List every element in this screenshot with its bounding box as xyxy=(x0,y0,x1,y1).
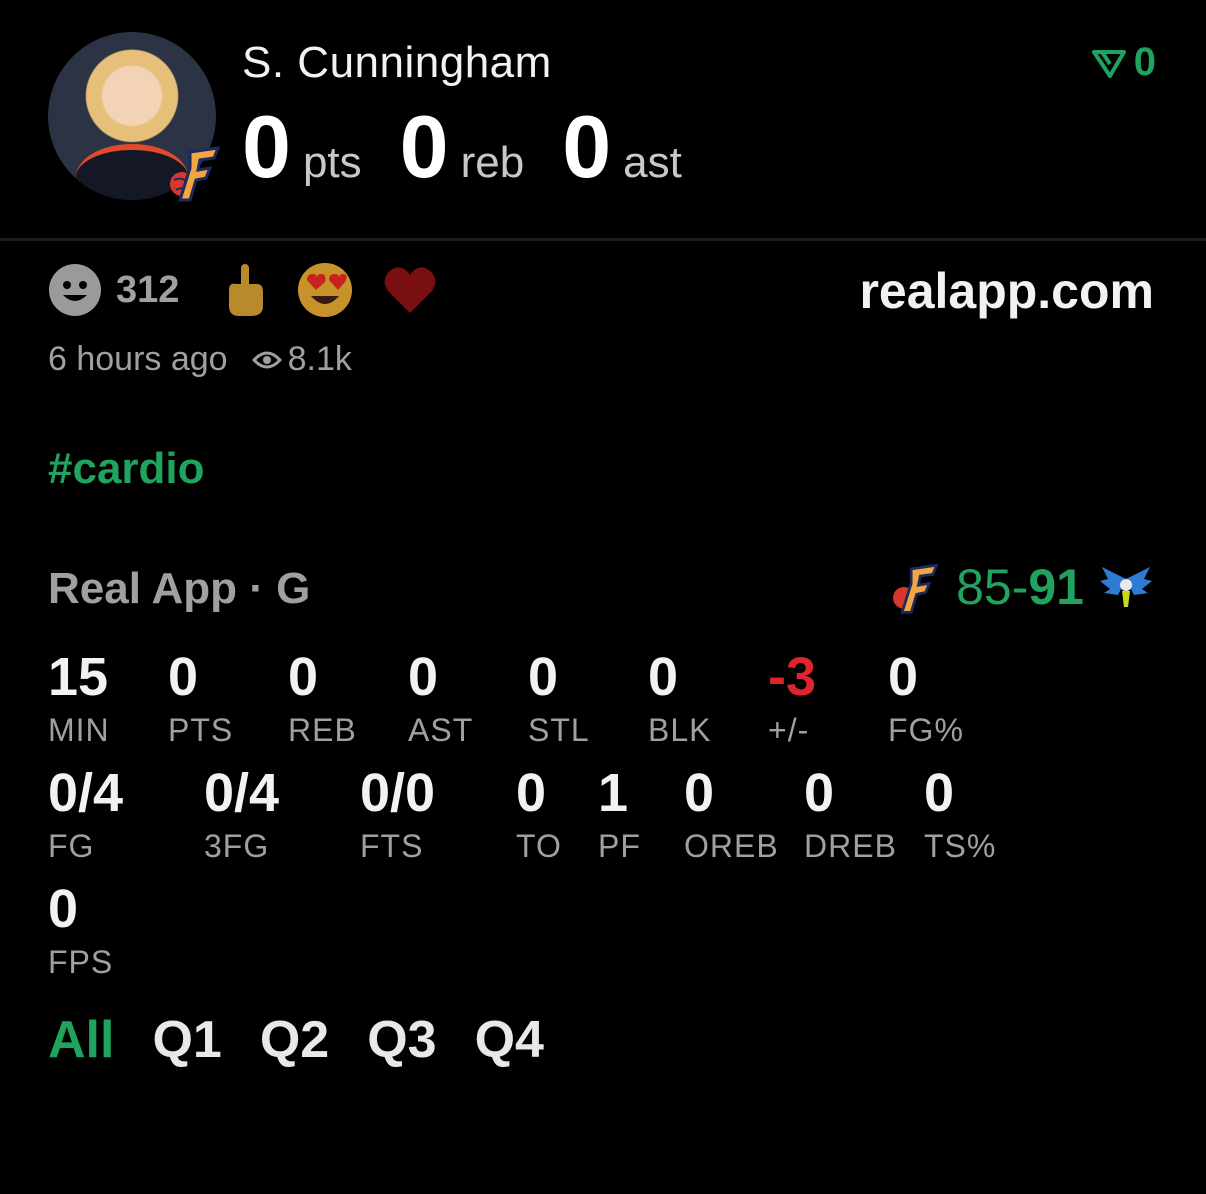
stat-ast: 0 AST xyxy=(408,650,473,749)
add-reaction-icon[interactable] xyxy=(48,263,102,317)
stat-to: 0 TO xyxy=(516,766,562,865)
stat-ts: 0 TS% xyxy=(924,766,996,865)
stat-stl: 0 STL xyxy=(528,650,590,749)
reactions-bar: 312 xyxy=(48,262,467,318)
wings-team-icon xyxy=(1100,567,1152,607)
stat-3fg: 0/4 3FG xyxy=(204,766,279,865)
tab-q2[interactable]: Q2 xyxy=(260,1010,329,1070)
stat-label: 3FG xyxy=(204,828,270,864)
eye-icon xyxy=(251,351,282,368)
stat-: -3 +/- xyxy=(768,650,816,749)
fever-logo-icon xyxy=(170,146,221,202)
headline-ast-value: 0 xyxy=(562,97,612,196)
stat-pf: 1 PF xyxy=(598,766,641,865)
stat-label: REB xyxy=(288,712,357,748)
stat-min: 15 MIN xyxy=(48,650,110,749)
stat-value: 0 xyxy=(648,647,679,707)
vote-count: 0 xyxy=(1133,40,1156,84)
stat-label: FPS xyxy=(48,944,114,980)
site-link[interactable]: realapp.com xyxy=(859,262,1154,320)
headline-reb-value: 0 xyxy=(399,97,449,196)
stat-label: BLK xyxy=(648,712,712,748)
stat-reb: 0 REB xyxy=(288,650,357,749)
stat-dreb: 0 DREB xyxy=(804,766,897,865)
stat-value: -3 xyxy=(768,647,817,707)
stat-value: 15 xyxy=(48,647,109,707)
reaction-count: 312 xyxy=(116,268,180,311)
stat-value: 0 xyxy=(804,763,835,823)
middle-finger-emoji-icon[interactable] xyxy=(223,262,267,318)
heart-emoji-icon[interactable] xyxy=(383,265,437,315)
headline-reb-label: reb xyxy=(460,138,525,187)
view-count: 8.1k xyxy=(287,340,352,378)
quarter-tabs: All Q1 Q2 Q3 Q4 xyxy=(48,1010,582,1070)
stat-value: 0 xyxy=(888,647,919,707)
stat-value: 1 xyxy=(598,763,629,823)
stat-label: TO xyxy=(516,828,562,864)
stat-value: 0/4 xyxy=(204,763,280,823)
tab-all[interactable]: All xyxy=(48,1010,114,1070)
headline-ast-label: ast xyxy=(623,138,682,187)
game-score[interactable]: 85 - 91 xyxy=(884,558,1154,616)
stat-label: STL xyxy=(528,712,590,748)
stat-fts: 0/0 FTS xyxy=(360,766,435,865)
away-score: 91 xyxy=(1028,559,1084,615)
stat-label: OREB xyxy=(684,828,779,864)
funnel-vote-icon xyxy=(1091,49,1126,78)
tab-q3[interactable]: Q3 xyxy=(367,1010,436,1070)
stat-value: 0/0 xyxy=(360,763,436,823)
home-score: 85 xyxy=(956,559,1012,615)
stat-label: FTS xyxy=(360,828,424,864)
stat-label: MIN xyxy=(48,712,110,748)
stat-label: TS% xyxy=(924,828,997,864)
stat-value: 0 xyxy=(924,763,955,823)
player-name[interactable]: S. Cunningham xyxy=(242,38,552,88)
stat-value: 0 xyxy=(408,647,439,707)
stat-value: 0 xyxy=(288,647,319,707)
fever-team-icon xyxy=(893,563,939,614)
stat-label: PTS xyxy=(168,712,234,748)
stat-value: 0 xyxy=(168,647,199,707)
vote-button[interactable]: 0 xyxy=(1091,40,1156,85)
stat-blk: 0 BLK xyxy=(648,650,711,749)
stat-fps: 0 FPS xyxy=(48,882,113,981)
stat-label: FG% xyxy=(888,712,964,748)
stat-label: AST xyxy=(408,712,474,748)
game-title: Real App · G xyxy=(48,564,311,613)
post-time: 6 hours ago xyxy=(48,340,228,378)
stat-label: PF xyxy=(598,828,641,864)
stat-fg: 0 FG% xyxy=(888,650,964,749)
hashtag-link[interactable]: #cardio xyxy=(48,444,205,494)
header-divider xyxy=(0,238,1206,241)
stat-value: 0 xyxy=(48,879,79,939)
stat-label: DREB xyxy=(804,828,897,864)
headline-pts-label: pts xyxy=(302,138,362,187)
stat-value: 0 xyxy=(684,763,715,823)
stat-value: 0 xyxy=(516,763,547,823)
stat-oreb: 0 OREB xyxy=(684,766,779,865)
stat-fg: 0/4 FG xyxy=(48,766,123,865)
stat-value: 0/4 xyxy=(48,763,124,823)
stat-label: FG xyxy=(48,828,95,864)
headline-pts-value: 0 xyxy=(242,97,291,196)
stat-value: 0 xyxy=(528,647,559,707)
tab-q4[interactable]: Q4 xyxy=(475,1010,544,1070)
tab-q1[interactable]: Q1 xyxy=(152,1010,221,1070)
headline-stats: 0 pts 0 reb 0 ast xyxy=(242,96,720,196)
post-meta: 6 hours ago 8.1k xyxy=(48,340,352,379)
stat-label: +/- xyxy=(768,712,810,748)
score-separator: - xyxy=(1011,559,1029,615)
stat-pts: 0 PTS xyxy=(168,650,233,749)
heart-eyes-emoji-icon[interactable] xyxy=(297,262,353,318)
